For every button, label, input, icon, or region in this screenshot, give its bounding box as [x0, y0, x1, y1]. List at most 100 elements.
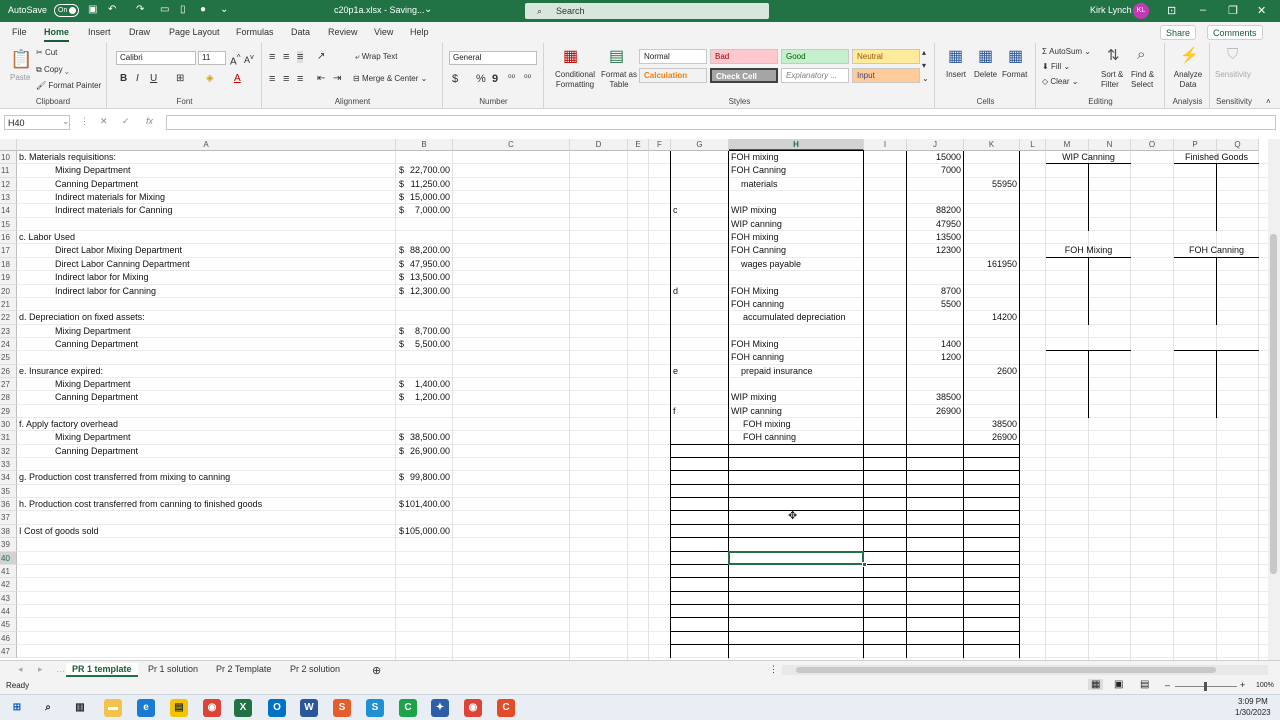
cell-h14[interactable]: WIP mixing [731, 204, 861, 217]
row-header-46[interactable]: 46 [0, 631, 17, 645]
row-header-43[interactable]: 43 [0, 591, 17, 605]
page-break-view-icon[interactable]: ▤ [1140, 679, 1149, 690]
row-header-11[interactable]: 11 [0, 164, 17, 178]
comma-button[interactable]: 9 [492, 73, 498, 85]
save-icon[interactable]: ▣ [88, 4, 97, 15]
zoom-out-icon[interactable]: – [1165, 680, 1170, 690]
chrome-profile-icon[interactable]: ◉ [464, 699, 482, 717]
fill-handle[interactable] [862, 561, 867, 567]
cell-h26[interactable]: prepaid insurance [731, 365, 861, 378]
cell-h12[interactable]: materials [731, 178, 861, 191]
title-dropdown-icon[interactable]: ⌄ [424, 4, 432, 15]
percent-button[interactable]: % [476, 73, 486, 85]
cell-a10[interactable]: b. Materials requisitions: [19, 151, 598, 164]
column-header-k[interactable]: K [964, 139, 1020, 151]
column-header-m[interactable]: M [1046, 139, 1089, 151]
cell-g26[interactable]: e [673, 365, 726, 378]
format-cells-icon[interactable]: ▦ [1008, 46, 1023, 66]
tab-draw[interactable]: Draw [129, 27, 150, 37]
cell-g20[interactable]: d [673, 285, 726, 298]
cell-a27[interactable]: Mixing Department [19, 378, 598, 391]
font-name-dropdown[interactable]: Calibri [116, 51, 196, 65]
sensitivity-icon[interactable]: ⛉ [1227, 46, 1238, 63]
cell-a22[interactable]: d. Depreciation on fixed assets: [19, 311, 598, 324]
analyze-data-button[interactable]: Analyze Data [1170, 70, 1206, 90]
word-icon[interactable]: W [300, 699, 318, 717]
column-header-l[interactable]: L [1020, 139, 1046, 151]
sort-filter-button[interactable]: Sort & Filter [1101, 70, 1131, 90]
cell-b24[interactable]: 5,500.00 [398, 338, 450, 351]
normal-view-icon[interactable]: ▦ [1088, 679, 1104, 690]
select-all-corner[interactable] [0, 139, 17, 151]
find-select-button[interactable]: Find & Select [1131, 70, 1165, 90]
cell-h28[interactable]: WIP mixing [731, 391, 861, 404]
column-header-i[interactable]: I [864, 139, 907, 151]
row-header-21[interactable]: 21 [0, 297, 17, 312]
cell-b36[interactable]: 101,400.00 [398, 498, 450, 511]
tab-file[interactable]: File [12, 27, 27, 37]
cell-a16[interactable]: c. Labor Used [19, 231, 598, 244]
row-header-32[interactable]: 32 [0, 444, 17, 459]
sensitivity-button[interactable]: Sensitivity [1215, 70, 1251, 79]
indent-icon[interactable]: ⇤ [317, 73, 325, 84]
skype-icon[interactable]: S [366, 699, 384, 717]
cell-a28[interactable]: Canning Department [19, 391, 598, 404]
cell-a12[interactable]: Canning Department [19, 178, 598, 191]
italic-button[interactable]: I [136, 73, 139, 84]
cell-a38[interactable]: I Cost of goods sold [19, 525, 598, 538]
column-header-f[interactable]: F [649, 139, 671, 151]
ribbon-display-icon[interactable]: ⊡ [1167, 4, 1176, 17]
align-right-icon[interactable]: ≡ [297, 73, 303, 85]
paste-icon[interactable]: 📋 [10, 49, 32, 70]
cell-h20[interactable]: FOH Mixing [731, 285, 861, 298]
next-sheet-icon[interactable]: ▸ [32, 663, 49, 677]
cell-j24[interactable]: 1400 [909, 338, 961, 351]
cell-b28[interactable]: 1,200.00 [398, 391, 450, 404]
row-header-10[interactable]: 10 [0, 151, 17, 165]
style-explanatory[interactable]: Explanatory ... [781, 68, 849, 83]
cell-k22[interactable]: 14200 [966, 311, 1017, 324]
cell-b12[interactable]: 11,250.00 [398, 178, 450, 191]
cell-b32[interactable]: 26,900.00 [398, 445, 450, 458]
format-painter-button[interactable]: 🖌 Format Painter [36, 81, 101, 90]
user-name[interactable]: Kirk Lynch [1090, 5, 1132, 15]
column-header-p[interactable]: P [1174, 139, 1217, 151]
sheet-tab-pr1-template[interactable]: PR 1 template [66, 663, 138, 677]
snagit-icon[interactable]: S [333, 699, 351, 717]
column-header-j[interactable]: J [907, 139, 964, 151]
cell-b13[interactable]: 15,000.00 [398, 191, 450, 204]
cell-k30[interactable]: 38500 [966, 418, 1017, 431]
cell-b11[interactable]: 22,700.00 [398, 164, 450, 177]
tab-view[interactable]: View [374, 27, 393, 37]
cell-h30[interactable]: FOH mixing [731, 418, 861, 431]
enter-icon[interactable]: ✓ [122, 116, 130, 127]
align-middle-icon[interactable]: ≡ [283, 51, 289, 63]
windows-start-icon[interactable]: ⊞ [8, 699, 26, 717]
column-header-e[interactable]: E [628, 139, 649, 151]
cell-a20[interactable]: Indirect labor for Canning [19, 285, 598, 298]
cell-j15[interactable]: 47950 [909, 218, 961, 231]
row-header-15[interactable]: 15 [0, 217, 17, 232]
cell-j17[interactable]: 12300 [909, 244, 961, 257]
cell-a32[interactable]: Canning Department [19, 445, 598, 458]
clear-button[interactable]: ◇ Clear ⌄ [1042, 77, 1078, 86]
align-left-icon[interactable]: ≡ [269, 73, 275, 85]
cell-b34[interactable]: 99,800.00 [398, 471, 450, 484]
excel-icon[interactable]: X [234, 699, 252, 717]
page-layout-view-icon[interactable]: ▣ [1114, 679, 1123, 690]
cell-k18[interactable]: 161950 [966, 258, 1017, 271]
edge-icon[interactable]: e [137, 699, 155, 717]
underline-button[interactable]: U [150, 73, 157, 84]
row-header-39[interactable]: 39 [0, 538, 17, 552]
align-center-icon[interactable]: ≡ [283, 73, 289, 85]
paste-button[interactable]: Paste [10, 73, 30, 82]
folder-icon[interactable]: ▤ [170, 699, 188, 717]
tab-help[interactable]: Help [410, 27, 429, 37]
cell-a36[interactable]: h. Production cost transferred from cann… [19, 498, 598, 511]
font-size-dropdown[interactable]: 11 [198, 51, 226, 65]
comments-button[interactable]: Comments [1207, 25, 1263, 40]
chrome-icon[interactable]: ◉ [203, 699, 221, 717]
cell-b20[interactable]: 12,300.00 [398, 285, 450, 298]
conditional-formatting-icon[interactable]: ▦ [563, 46, 578, 66]
prev-sheet-icon[interactable]: ◂ [12, 663, 29, 677]
